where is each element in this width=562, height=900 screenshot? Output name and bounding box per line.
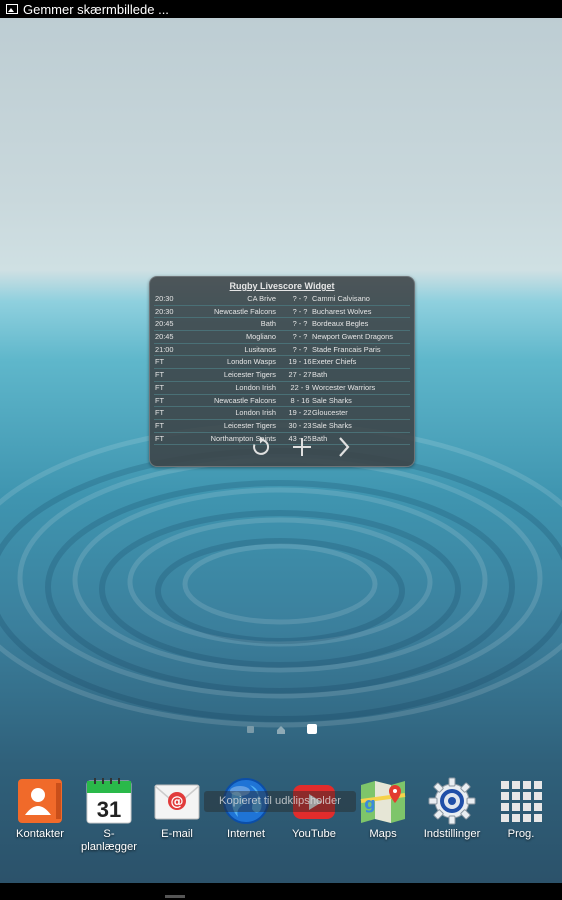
- svg-text:@: @: [171, 795, 184, 810]
- away-team: Bath: [312, 370, 328, 380]
- away-team: Cammi Calvisano: [312, 294, 370, 303]
- home-team: Mogliano: [246, 332, 276, 342]
- match-row[interactable]: 20:45 Bath? - ? Bordeaux Begles: [154, 318, 410, 332]
- match-row[interactable]: FT London Irish 22 - 9 Worcester Warriors: [154, 382, 410, 395]
- match-row[interactable]: 20:30 Newcastle Falcons? - ? Bucharest Wol…: [154, 306, 410, 319]
- calendar-icon: 31: [85, 777, 133, 825]
- svg-text:g: g: [364, 794, 375, 813]
- match-time: FT: [155, 357, 165, 367]
- away-team: Bordeaux Begles: [312, 319, 369, 329]
- match-list: 20:30 CA Brive? - ? Cammi Calvisano 20:30 Ne…: [154, 293, 410, 446]
- refresh-icon[interactable]: [248, 435, 272, 459]
- app-label: E-mail: [161, 828, 193, 840]
- widget-title[interactable]: Rugby Livescore Widget: [150, 281, 414, 291]
- match-row[interactable]: FT Leicester Tigers 30 - 23 Sale Sharks: [154, 420, 410, 433]
- match-row[interactable]: FT London Irish 19 - 22 Gloucester: [154, 407, 410, 420]
- app-dock: Kontakter 31 S- planlægger @ E-mail Inte…: [0, 775, 562, 865]
- match-time: FT: [155, 382, 165, 392]
- home-team: London Irish: [235, 382, 276, 392]
- app-indstillinger[interactable]: Indstillinger: [416, 775, 488, 841]
- match-time: 21:00: [155, 344, 174, 354]
- plus-icon[interactable]: [290, 435, 314, 459]
- away-team: Worcester Warriors: [312, 382, 376, 392]
- home-team: Leicester Tigers: [223, 370, 276, 380]
- home-team: Lusitanos: [244, 344, 276, 354]
- nav-back-indicator[interactable]: [165, 895, 185, 898]
- water-ripples: [0, 422, 562, 728]
- match-time: 20:45: [155, 332, 174, 342]
- match-row[interactable]: 20:30 CA Brive? - ? Cammi Calvisano: [154, 293, 410, 306]
- home-icon[interactable]: [276, 725, 286, 735]
- away-team: Gloucester: [312, 408, 348, 418]
- app-email[interactable]: @ E-mail: [141, 775, 213, 841]
- app-s-planlaegger[interactable]: 31 S- planlægger: [73, 775, 145, 854]
- app-label: Kontakter: [16, 828, 64, 840]
- widget-controls: [150, 435, 414, 459]
- match-row[interactable]: FT Leicester Tigers 27 - 27 Bath: [154, 369, 410, 382]
- away-team: Stade Francais Paris: [312, 344, 381, 354]
- app-kontakter[interactable]: Kontakter: [4, 775, 76, 841]
- match-row[interactable]: FT London Wasps 19 - 16 Exeter Chiefs: [154, 356, 410, 370]
- match-time: FT: [155, 420, 165, 430]
- match-time: 20:30: [155, 294, 174, 303]
- away-team: Sale Sharks: [312, 395, 352, 405]
- image-icon: [6, 4, 18, 14]
- app-label: Internet: [227, 828, 265, 840]
- apps-grid-icon: [497, 777, 545, 825]
- home-team: Leicester Tigers: [223, 420, 276, 430]
- app-label: Prog.: [507, 828, 535, 840]
- app-label: S- planlægger: [81, 828, 137, 853]
- home-team: London Wasps: [226, 357, 276, 367]
- home-team: Bath: [260, 319, 276, 329]
- app-label: Maps: [369, 828, 397, 840]
- app-label: Indstillinger: [423, 828, 481, 840]
- home-team: London Irish: [235, 408, 276, 418]
- away-team: Newport Gwent Dragons: [312, 332, 393, 342]
- home-team: Newcastle Falcons: [213, 395, 276, 405]
- app-label: YouTube: [292, 828, 336, 840]
- contacts-icon: [16, 777, 64, 825]
- match-row[interactable]: FT Newcastle Falcons 8 - 16 Sale Sharks: [154, 395, 410, 408]
- status-notification-text: Gemmer skærmbillede ...: [23, 1, 169, 17]
- app-maps[interactable]: g Maps: [347, 775, 419, 841]
- rugby-livescore-widget[interactable]: Rugby Livescore Widget 20:30 CA Brive? - …: [149, 276, 415, 467]
- calendar-day-number: 31: [97, 797, 121, 822]
- chevron-right-icon[interactable]: [332, 435, 356, 459]
- match-time: FT: [155, 395, 165, 405]
- page-indicator-3-active[interactable]: [307, 724, 317, 734]
- away-team: Bucharest Wolves: [312, 306, 372, 316]
- match-time: 20:45: [155, 319, 174, 329]
- page-indicator-1[interactable]: [247, 726, 254, 733]
- email-icon: @: [153, 777, 201, 825]
- gear-icon: [428, 777, 476, 825]
- toast-message: Kopieret til udklipsholder: [204, 791, 356, 812]
- maps-icon: g: [359, 777, 407, 825]
- away-team: Sale Sharks: [312, 420, 352, 430]
- home-team: CA Brive: [247, 294, 276, 303]
- app-prog[interactable]: Prog.: [485, 775, 557, 841]
- navigation-bar: [0, 883, 562, 900]
- home-team: Newcastle Falcons: [213, 306, 276, 316]
- match-row[interactable]: 21:00 Lusitanos? - ? Stade Francais Paris: [154, 344, 410, 357]
- match-row[interactable]: 20:45 Mogliano? - ? Newport Gwent Dragons: [154, 331, 410, 344]
- match-time: 20:30: [155, 306, 174, 316]
- away-team: Exeter Chiefs: [312, 357, 357, 367]
- match-time: FT: [155, 408, 165, 418]
- status-bar: Gemmer skærmbillede ...: [0, 0, 562, 18]
- home-screen-pager: [0, 724, 562, 736]
- match-time: FT: [155, 370, 165, 380]
